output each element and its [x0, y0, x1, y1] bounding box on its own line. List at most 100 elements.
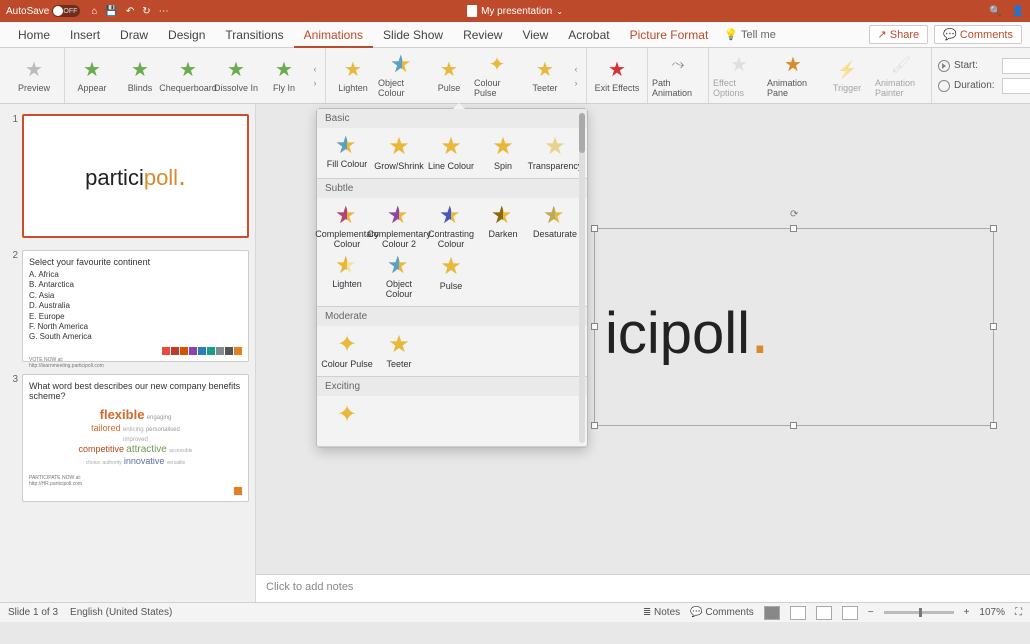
effect-complementary-colour-2[interactable]: ★★Complementary Colour 2 [373, 204, 425, 250]
effect-spin[interactable]: ★Spin [477, 134, 529, 172]
zoom-out[interactable]: − [868, 607, 874, 618]
notes-pane[interactable]: Click to add notes [256, 574, 1030, 602]
emphasis-gallery-nav[interactable]: ‹› [570, 64, 582, 88]
resize-handle[interactable] [790, 422, 797, 429]
tab-design[interactable]: Design [158, 22, 215, 48]
resize-handle[interactable] [591, 225, 598, 232]
preview-button[interactable]: ★ Preview [8, 59, 60, 93]
more-qat-icon[interactable]: ⋯ [159, 6, 169, 17]
account-icon[interactable]: 👤 [1012, 6, 1024, 17]
start-input[interactable] [1002, 58, 1030, 74]
effect-colour-pulse[interactable]: ✦Colour Pulse [321, 332, 373, 370]
effect-pulse[interactable]: ★Pulse [425, 254, 477, 300]
tell-me[interactable]: 💡 Tell me [724, 28, 776, 41]
exit-effects-button[interactable]: ★Exit Effects [591, 59, 643, 93]
thumb-number: 3 [6, 374, 18, 502]
entrance-gallery-nav[interactable]: ‹› [309, 64, 321, 88]
selected-image[interactable]: ⟳ icipoll. [594, 228, 994, 426]
resize-handle[interactable] [990, 225, 997, 232]
slide-position: Slide 1 of 3 [8, 607, 58, 618]
redo-icon[interactable]: ↻ [142, 6, 150, 17]
effect-fill-colour[interactable]: ★★Fill Colour [321, 134, 373, 172]
section-subtle: Subtle [317, 179, 587, 198]
timing-group: Start: Duration: [932, 48, 1030, 103]
slide-thumb-3[interactable]: What word best describes our new company… [22, 374, 249, 502]
dropdown-scrollbar[interactable] [579, 113, 585, 443]
resize-handle[interactable] [591, 323, 598, 330]
duration-input[interactable] [1002, 78, 1030, 94]
share-button[interactable]: ↗ Share [869, 25, 929, 44]
effect-desaturate[interactable]: ★★Desaturate [529, 204, 581, 250]
tab-slideshow[interactable]: Slide Show [373, 22, 453, 48]
home-icon[interactable]: ⌂ [91, 6, 97, 17]
effect-grow-shrink[interactable]: ★Grow/Shrink [373, 134, 425, 172]
anim-chequerboard[interactable]: ★Chequerboard [165, 59, 211, 93]
autosave-toggle[interactable]: AutoSave OFF [6, 5, 77, 17]
resize-handle[interactable] [990, 323, 997, 330]
language[interactable]: English (United States) [70, 607, 172, 618]
tab-draw[interactable]: Draw [110, 22, 158, 48]
anim-fly-in[interactable]: ★Fly In [261, 59, 307, 93]
tab-view[interactable]: View [512, 22, 558, 48]
effect-object-colour[interactable]: ★★Object Colour [373, 254, 425, 300]
tab-acrobat[interactable]: Acrobat [558, 22, 619, 48]
zoom-in[interactable]: + [964, 607, 970, 618]
anim-dissolve-in[interactable]: ★Dissolve In [213, 59, 259, 93]
notes-toggle[interactable]: ≣ Notes [643, 607, 680, 618]
anim-pulse[interactable]: ★Pulse [426, 59, 472, 93]
resize-handle[interactable] [790, 225, 797, 232]
path-animation-button[interactable]: ⤳Path Animation [652, 54, 704, 98]
effect-complementary-colour[interactable]: ★★Complementary Colour [321, 204, 373, 250]
search-icon[interactable]: 🔍 [989, 6, 1001, 17]
undo-icon[interactable]: ↶ [126, 6, 134, 17]
fit-to-window[interactable]: ⛶ [1015, 607, 1022, 618]
anim-lighten[interactable]: ★Lighten [330, 59, 376, 93]
comments-button[interactable]: 💬 Comments [934, 25, 1022, 44]
effect-teeter[interactable]: ★Teeter [373, 332, 425, 370]
tab-home[interactable]: Home [8, 22, 60, 48]
section-exciting: Exciting [317, 377, 587, 396]
section-basic: Basic [317, 109, 587, 128]
effect-options-button: ★Effect Options [713, 54, 765, 98]
effect-line-colour[interactable]: ★Line Colour [425, 134, 477, 172]
effect-contrasting-colour[interactable]: ★★Contrasting Colour [425, 204, 477, 250]
anim-teeter[interactable]: ★Teeter [522, 59, 568, 93]
duration-icon [938, 80, 950, 92]
tab-picture-format[interactable]: Picture Format [620, 22, 719, 48]
save-icon[interactable]: 💾 [105, 6, 117, 17]
view-slideshow[interactable] [842, 606, 858, 620]
trigger-button: ⚡Trigger [821, 59, 873, 93]
view-reading[interactable] [816, 606, 832, 620]
thumb-number: 1 [6, 114, 18, 238]
resize-handle[interactable] [990, 422, 997, 429]
slide-thumb-2[interactable]: Select your favourite continent A. Afric… [22, 250, 249, 362]
effect-darken[interactable]: ★★Darken [477, 204, 529, 250]
zoom-slider[interactable] [884, 611, 954, 614]
comments-toggle[interactable]: 💬 Comments [690, 607, 754, 618]
animation-pane-button[interactable]: ★Animation Pane [767, 54, 819, 98]
tab-review[interactable]: Review [453, 22, 512, 48]
status-bar: Slide 1 of 3 English (United States) ≣ N… [0, 602, 1030, 622]
anim-appear[interactable]: ★Appear [69, 59, 115, 93]
anim-colour-pulse[interactable]: ✦Colour Pulse [474, 54, 520, 98]
rotate-handle[interactable]: ⟳ [790, 209, 798, 220]
tab-transitions[interactable]: Transitions [215, 22, 293, 48]
effect-exciting-1[interactable]: ✦ [321, 402, 373, 440]
document-title[interactable]: My presentation ⌄ [467, 5, 563, 17]
resize-handle[interactable] [591, 422, 598, 429]
tab-animations[interactable]: Animations [294, 22, 373, 48]
section-moderate: Moderate [317, 307, 587, 326]
zoom-value[interactable]: 107% [979, 607, 1005, 618]
ribbon: ★ Preview ★Appear ★Blinds ★Chequerboard … [0, 48, 1030, 104]
emphasis-gallery-dropdown: Basic ★★Fill Colour ★Grow/Shrink ★Line C… [316, 108, 588, 448]
animation-painter-button: 🖌Animation Painter [875, 54, 927, 98]
view-sorter[interactable] [790, 606, 806, 620]
view-normal[interactable] [764, 606, 780, 620]
slide-thumb-1[interactable]: participoll. [22, 114, 249, 238]
thumb-number: 2 [6, 250, 18, 362]
anim-object-colour[interactable]: ★★Object Colour [378, 54, 424, 98]
effect-transparency[interactable]: ★Transparency [529, 134, 581, 172]
anim-blinds[interactable]: ★Blinds [117, 59, 163, 93]
tab-insert[interactable]: Insert [60, 22, 110, 48]
effect-lighten[interactable]: ★★Lighten [321, 254, 373, 300]
